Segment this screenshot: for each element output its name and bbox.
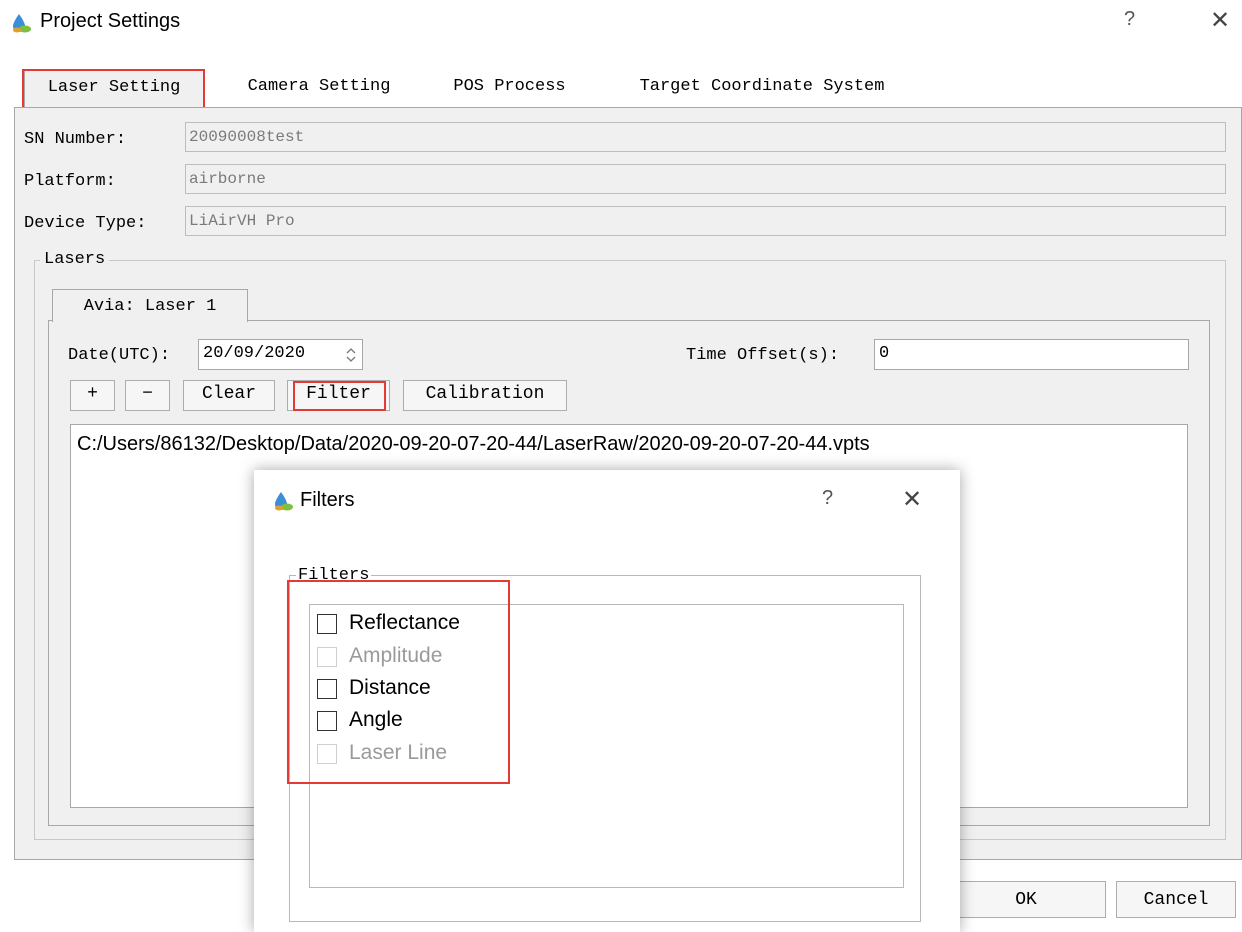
calibration-button[interactable]: Calibration [403, 380, 567, 411]
help-button[interactable]: ? [1124, 8, 1135, 31]
tab-pos-process[interactable]: POS Process [432, 70, 587, 108]
highlight-laser-tab [22, 69, 205, 111]
app-icon [13, 14, 31, 33]
close-icon: ✕ [1210, 7, 1231, 34]
dialog-close-button[interactable]: ✕ [902, 485, 922, 514]
sn-number-label: SN Number: [24, 130, 127, 149]
date-value: 20/09/2020 [203, 344, 306, 363]
tab-camera-setting[interactable]: Camera Setting [224, 70, 414, 108]
time-offset-label: Time Offset(s): [686, 346, 840, 365]
filters-dialog: Filters ? ✕ Filters Reflectance Amplitud… [254, 470, 960, 932]
device-type-label: Device Type: [24, 214, 147, 233]
tab-avia-laser-1[interactable]: Avia: Laser 1 [52, 289, 248, 322]
highlight-filter-button [293, 381, 386, 411]
tab-target-coordinate-system[interactable]: Target Coordinate System [607, 70, 917, 108]
ok-button[interactable]: OK [946, 881, 1106, 918]
list-item[interactable]: C:/Users/86132/Desktop/Data/2020-09-20-0… [77, 433, 870, 456]
device-type-field[interactable]: LiAirVH Pro [185, 206, 1226, 236]
window-title: Project Settings [40, 10, 181, 32]
dialog-app-icon [275, 492, 293, 511]
lasers-group-title: Lasers [40, 250, 110, 269]
add-button[interactable]: + [70, 380, 115, 411]
close-button[interactable]: ✕ [1210, 6, 1230, 35]
highlight-filter-options [287, 580, 510, 784]
clear-button[interactable]: Clear [183, 380, 275, 411]
close-icon: ✕ [902, 486, 923, 513]
sn-number-field[interactable]: 20090008test [185, 122, 1226, 152]
date-utc-label: Date(UTC): [68, 346, 171, 365]
dialog-title: Filters [300, 489, 355, 511]
remove-button[interactable]: − [125, 380, 170, 411]
time-offset-field[interactable]: 0 [874, 339, 1189, 370]
cancel-button[interactable]: Cancel [1116, 881, 1236, 918]
dialog-help-button[interactable]: ? [822, 487, 833, 510]
platform-label: Platform: [24, 172, 116, 191]
date-spinbox[interactable]: 20/09/2020 [198, 339, 363, 370]
spin-arrows-icon[interactable] [346, 347, 356, 363]
platform-field[interactable]: airborne [185, 164, 1226, 194]
